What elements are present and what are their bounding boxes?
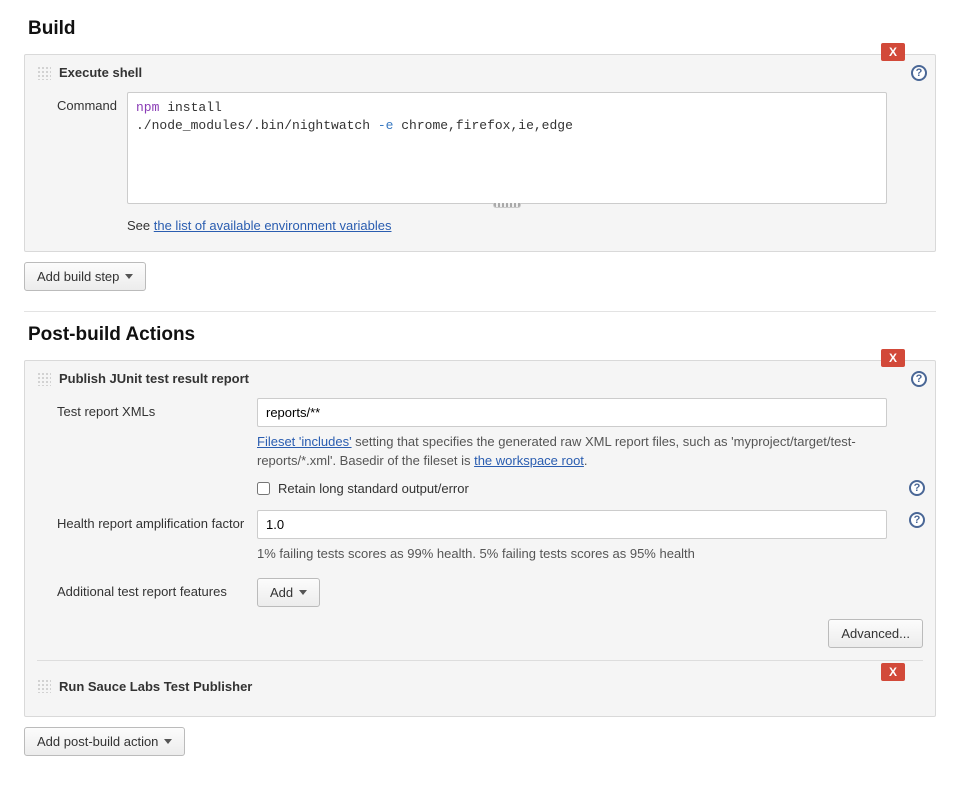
execute-shell-title: Execute shell — [59, 65, 142, 80]
drag-handle-icon[interactable] — [37, 66, 51, 80]
drag-handle-icon[interactable] — [37, 679, 51, 693]
help-icon[interactable]: ? — [911, 65, 927, 81]
see-prefix: See — [127, 218, 154, 233]
command-label: Command — [57, 92, 127, 113]
amp-help-text: 1% failing tests scores as 99% health. 5… — [257, 545, 887, 564]
add-post-build-action-button[interactable]: Add post-build action — [24, 727, 185, 756]
retain-output-label: Retain long standard output/error — [278, 481, 469, 496]
add-build-step-label: Add build step — [37, 269, 119, 284]
add-post-build-label: Add post-build action — [37, 734, 158, 749]
amp-factor-label: Health report amplification factor — [57, 510, 257, 531]
amp-factor-input[interactable] — [257, 510, 887, 539]
help-icon[interactable]: ? — [911, 371, 927, 387]
add-build-step-button[interactable]: Add build step — [24, 262, 146, 291]
remove-junit-button[interactable]: X — [881, 349, 905, 367]
caret-down-icon — [164, 739, 172, 744]
section-divider — [24, 311, 936, 312]
resize-handle-icon[interactable] — [493, 203, 521, 208]
sauce-title: Run Sauce Labs Test Publisher — [59, 679, 252, 694]
caret-down-icon — [299, 590, 307, 595]
junit-title: Publish JUnit test result report — [59, 371, 249, 386]
inner-divider — [37, 660, 923, 661]
help-icon[interactable]: ? — [909, 512, 925, 528]
section-postbuild-heading: Post-build Actions — [28, 324, 936, 346]
add-feature-label: Add — [270, 585, 293, 600]
workspace-root-link[interactable]: the workspace root — [474, 453, 584, 468]
publish-junit-step: X ? Publish JUnit test result report Tes… — [24, 360, 936, 717]
remove-sauce-button[interactable]: X — [881, 663, 905, 681]
fileset-help-text: Fileset 'includes' setting that specifie… — [257, 433, 887, 471]
env-vars-link[interactable]: the list of available environment variab… — [154, 218, 392, 233]
retain-output-checkbox[interactable] — [257, 482, 270, 495]
test-report-xmls-input[interactable] — [257, 398, 887, 427]
command-textarea[interactable]: npm install ./node_modules/.bin/nightwat… — [127, 92, 887, 204]
add-feature-button[interactable]: Add — [257, 578, 320, 607]
fileset-includes-link[interactable]: Fileset 'includes' — [257, 434, 352, 449]
test-report-xmls-label: Test report XMLs — [57, 398, 257, 419]
additional-features-label: Additional test report features — [57, 578, 257, 599]
help-icon[interactable]: ? — [909, 480, 925, 496]
drag-handle-icon[interactable] — [37, 372, 51, 386]
caret-down-icon — [125, 274, 133, 279]
execute-shell-step: X ? Execute shell Command npm install ./… — [24, 54, 936, 252]
remove-execute-shell-button[interactable]: X — [881, 43, 905, 61]
advanced-button[interactable]: Advanced... — [828, 619, 923, 648]
section-build-heading: Build — [28, 18, 936, 40]
